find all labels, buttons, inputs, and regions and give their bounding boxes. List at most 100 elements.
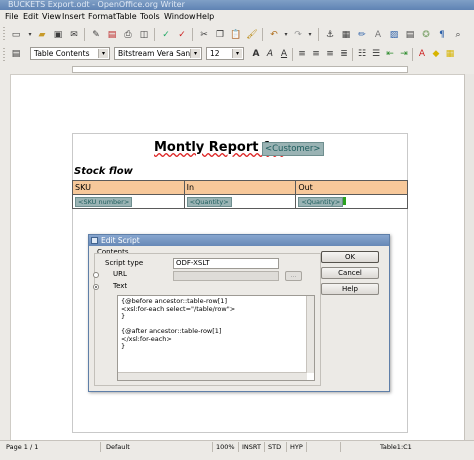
font-size-select[interactable]: 12 ▾ — [206, 47, 244, 60]
spellcheck-icon[interactable]: ✓ — [160, 29, 172, 41]
status-page[interactable]: Page 1 / 1 — [6, 442, 38, 452]
hyperlink-icon[interactable]: ⚓ — [324, 29, 336, 41]
decrease-indent-icon[interactable]: ⇤ — [384, 48, 396, 60]
text-label[interactable]: Text — [113, 282, 127, 290]
toolbar-grip[interactable] — [3, 27, 5, 41]
help-button[interactable]: Help — [321, 283, 379, 295]
bullets-icon[interactable]: ☰ — [370, 48, 382, 60]
datasource-icon[interactable]: ▤ — [404, 29, 416, 41]
vertical-scrollbar[interactable] — [464, 74, 474, 440]
status-page-style[interactable]: Default — [106, 442, 130, 452]
underline-icon[interactable]: A — [278, 48, 290, 60]
paragraph-style-select[interactable]: Table Contents ▾ — [30, 47, 110, 60]
styles-icon[interactable]: ▤ — [10, 48, 22, 60]
table-cell[interactable]: <SKU number> — [72, 194, 185, 209]
script-text-area[interactable]: {@before ancestor::table-row[1] <xsl:for… — [117, 295, 315, 381]
autospell-icon[interactable]: ✓ — [176, 29, 188, 41]
dialog-titlebar[interactable]: Edit Script — [89, 235, 389, 246]
redo-icon[interactable]: ↷ — [292, 29, 304, 41]
save-icon[interactable]: ▣ — [52, 29, 64, 41]
bold-icon[interactable]: A — [250, 48, 262, 60]
status-insert-mode[interactable]: INSRT — [242, 442, 261, 452]
textarea-horizontal-scrollbar[interactable] — [118, 372, 307, 380]
background-color-icon[interactable]: ▦ — [444, 48, 456, 60]
table-header-in[interactable]: In — [183, 180, 297, 195]
cancel-button[interactable]: Cancel — [321, 267, 379, 279]
url-input[interactable] — [173, 271, 279, 281]
find-icon[interactable]: A — [372, 29, 384, 41]
nonprint-icon[interactable]: ¶ — [436, 29, 448, 41]
menu-window[interactable]: Window — [164, 12, 196, 22]
ok-button[interactable]: OK — [321, 251, 379, 263]
report-table[interactable]: SKU In Out <SKU number> <Quantity> <Quan… — [72, 180, 408, 209]
status-separator — [100, 442, 101, 452]
pdf-icon[interactable]: ▤ — [106, 29, 118, 41]
navigator-icon[interactable]: ✪ — [420, 29, 432, 41]
zoom-icon[interactable]: ⌕ — [452, 29, 464, 41]
toolbar-grip[interactable] — [3, 48, 5, 62]
new-icon[interactable]: ▭ — [10, 29, 22, 41]
section-heading[interactable]: Stock flow — [74, 165, 133, 178]
align-right-icon[interactable]: ≡ — [324, 48, 336, 60]
numbering-icon[interactable]: ☷ — [356, 48, 368, 60]
browse-button[interactable]: ... — [285, 271, 302, 281]
edit-doc-icon[interactable]: ✎ — [90, 29, 102, 41]
text-radio[interactable] — [93, 284, 99, 290]
justify-icon[interactable]: ≣ — [338, 48, 350, 60]
align-center-icon[interactable]: ≡ — [310, 48, 322, 60]
window-menu-icon[interactable] — [91, 237, 98, 244]
chevron-down-icon[interactable]: ▾ — [232, 49, 242, 58]
menu-format[interactable]: Format — [88, 12, 116, 22]
increase-indent-icon[interactable]: ⇥ — [398, 48, 410, 60]
gallery-icon[interactable]: ▨ — [388, 29, 400, 41]
menu-file[interactable]: File — [5, 12, 18, 22]
textarea-vertical-scrollbar[interactable] — [306, 296, 314, 373]
table-header-out[interactable]: Out — [295, 180, 408, 195]
standard-toolbar: ▭ ▾ ▰ ▣ ✉ ✎ ▤ ⎙ ◫ ✓ ✓ ✂ ❐ 📋 🖌 ↶ ▾ ↷ ▾ ⚓ … — [0, 24, 474, 46]
italic-icon[interactable]: A — [264, 48, 276, 60]
chevron-down-icon[interactable]: ▾ — [98, 49, 108, 58]
paste-icon[interactable]: 📋 — [230, 29, 242, 41]
font-color-icon[interactable]: A — [416, 48, 428, 60]
chevron-down-icon[interactable]: ▾ — [190, 49, 200, 58]
quantity-out-field[interactable]: <Quantity> — [298, 196, 344, 207]
vertical-ruler[interactable] — [0, 74, 11, 440]
window-title: BUCKETS Export.odt - OpenOffice.org Writ… — [8, 0, 185, 9]
copy-icon[interactable]: ❐ — [214, 29, 226, 41]
table-header-sku[interactable]: SKU — [72, 180, 185, 195]
menu-help[interactable]: Help — [196, 12, 214, 22]
undo-dropdown-icon[interactable]: ▾ — [280, 29, 292, 41]
brush-icon[interactable]: 🖌 — [246, 29, 258, 41]
email-icon[interactable]: ✉ — [68, 29, 80, 41]
status-zoom[interactable]: 100% — [216, 442, 235, 452]
show-draw-icon[interactable]: ✏ — [356, 29, 368, 41]
menu-table[interactable]: Table — [116, 12, 137, 22]
table-cell[interactable]: <Quantity> — [183, 194, 297, 209]
status-selection-mode[interactable]: STD — [268, 442, 281, 452]
table-cell[interactable]: <Quantity> — [295, 194, 408, 209]
table-icon[interactable]: ▦ — [340, 29, 352, 41]
url-label[interactable]: URL — [113, 270, 127, 278]
script-type-input[interactable]: ODF-XSLT — [173, 258, 279, 269]
font-name-select[interactable]: Bitstream Vera Sans ▾ — [114, 47, 202, 60]
toolbar-separator — [292, 48, 293, 61]
undo-icon[interactable]: ↶ — [268, 29, 280, 41]
status-cell[interactable]: Table1:C1 — [380, 442, 412, 452]
align-left-icon[interactable]: ≡ — [296, 48, 308, 60]
sku-field[interactable]: <SKU number> — [75, 196, 133, 207]
menu-tools[interactable]: Tools — [140, 12, 160, 22]
status-hyperlink-mode[interactable]: HYP — [290, 442, 303, 452]
open-icon[interactable]: ▰ — [36, 29, 48, 41]
url-radio[interactable] — [93, 272, 99, 278]
menu-insert[interactable]: Insert — [62, 12, 85, 22]
cut-icon[interactable]: ✂ — [198, 29, 210, 41]
redo-dropdown-icon[interactable]: ▾ — [304, 29, 316, 41]
menu-view[interactable]: View — [42, 12, 61, 22]
quantity-in-field[interactable]: <Quantity> — [186, 196, 232, 207]
new-dropdown-icon[interactable]: ▾ — [24, 29, 36, 41]
highlight-icon[interactable]: ◆ — [430, 48, 442, 60]
preview-icon[interactable]: ◫ — [138, 29, 150, 41]
menu-edit[interactable]: Edit — [23, 12, 39, 22]
print-icon[interactable]: ⎙ — [122, 29, 134, 41]
customer-field[interactable]: <Customer> — [262, 142, 324, 156]
